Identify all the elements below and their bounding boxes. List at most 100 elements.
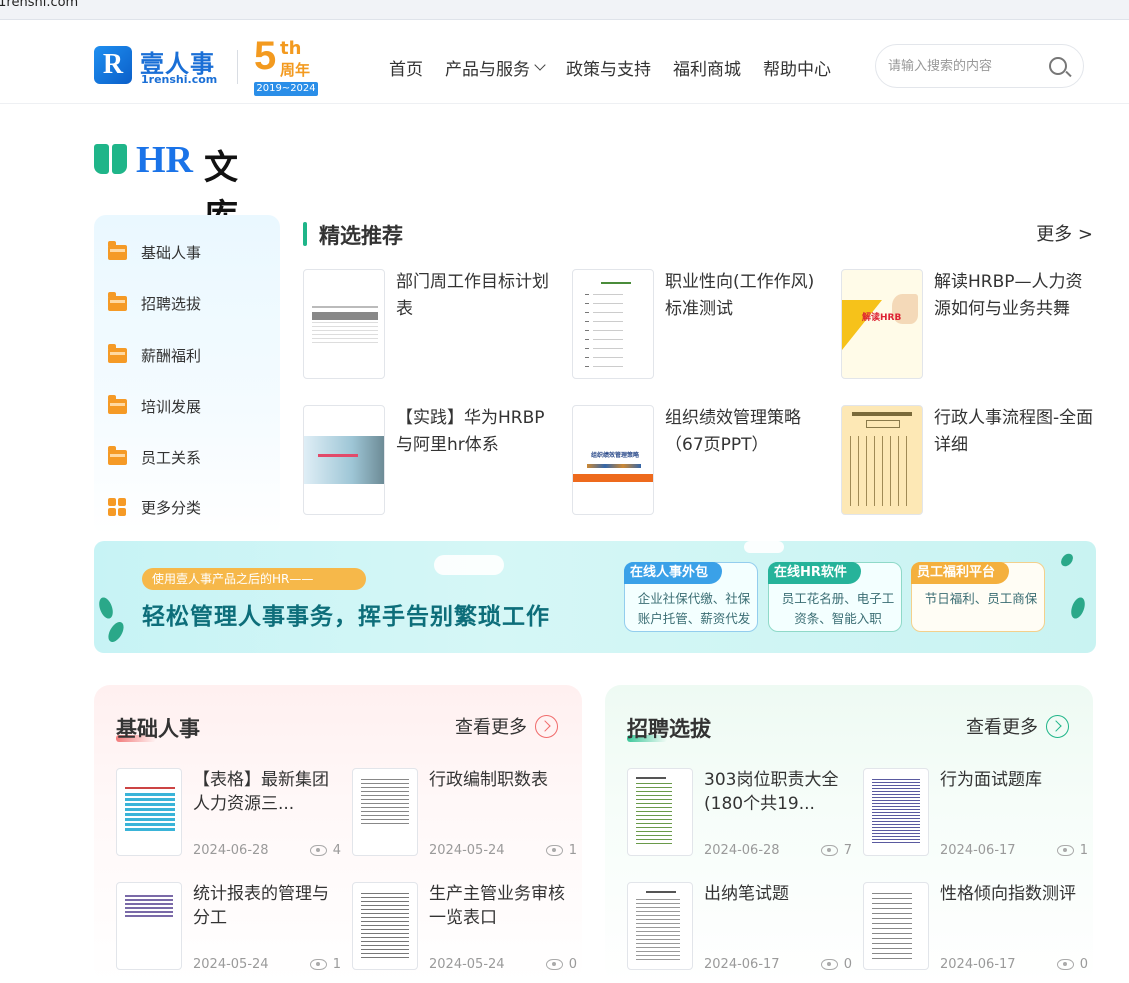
- banner-card-label: 在线HR软件: [768, 562, 861, 584]
- nav-products-label: 产品与服务: [445, 60, 530, 80]
- doc-title: 职业性向(工作作风)标准测试: [665, 272, 815, 319]
- panel-doc[interactable]: 【表格】最新集团人力资源三... 2024-06-28 4: [116, 768, 341, 858]
- doc-thumbnail: [352, 882, 418, 970]
- doc-thumbnail: [116, 882, 182, 970]
- sidebar-item-training[interactable]: 培训发展: [108, 395, 201, 417]
- cloud-decoration: [744, 541, 784, 553]
- sidebar-item-label: 更多分类: [141, 499, 202, 517]
- leaf-decoration: [1068, 595, 1088, 621]
- banner-card-hr-software[interactable]: 在线HR软件 员工花名册、电子工资条、智能入职: [768, 562, 902, 632]
- featured-doc[interactable]: 组织绩效管理策略 组织绩效管理策略（67页PPT）: [572, 405, 832, 517]
- logo-domain: 1renshi.com: [141, 73, 218, 86]
- banner-headline: 轻松管理人事事务，挥手告别繁琐工作: [142, 604, 550, 630]
- banner-card-outsourcing[interactable]: 在线人事外包 企业社保代缴、社保账户托管、薪资代发: [624, 562, 758, 632]
- panel-doc[interactable]: 出纳笔试题 2024-06-17 0: [627, 882, 852, 972]
- doc-views: 1: [1056, 843, 1088, 858]
- doc-thumbnail: [572, 269, 654, 379]
- featured-doc[interactable]: 职业性向(工作作风)标准测试: [572, 269, 832, 381]
- anniversary-number: 5: [254, 34, 277, 78]
- nav-home[interactable]: 首页: [389, 55, 423, 80]
- doc-views: 0: [1056, 957, 1088, 972]
- featured-doc[interactable]: 部门周工作目标计划表: [303, 269, 563, 381]
- doc-meta: 2024-06-28 7: [704, 843, 852, 858]
- doc-meta: 2024-06-28 4: [193, 843, 341, 858]
- panel-title: 招聘选拔: [627, 717, 711, 741]
- sidebar-item-recruiting[interactable]: 招聘选拔: [108, 292, 201, 314]
- doc-title: 行为面试题库: [940, 770, 1042, 790]
- doc-views: 0: [545, 957, 577, 972]
- search-icon[interactable]: [1049, 57, 1067, 75]
- doc-title: 【表格】最新集团人力资源三...: [193, 770, 329, 814]
- sidebar-item-employee-relations[interactable]: 员工关系: [108, 446, 201, 468]
- doc-title: 部门周工作目标计划表: [396, 272, 549, 319]
- doc-thumbnail: 组织绩效管理策略: [572, 405, 654, 515]
- doc-view-count: 1: [1079, 843, 1088, 858]
- featured-header: 精选推荐 更多 >: [303, 220, 1093, 248]
- featured-doc[interactable]: 解读HRB 解读HRBP—人力资源如何与业务共舞: [841, 269, 1101, 381]
- doc-view-count: 4: [332, 843, 341, 858]
- library-title-hr: HR: [136, 139, 193, 181]
- featured-more-link[interactable]: 更多 >: [1036, 220, 1093, 246]
- doc-thumbnail: [303, 269, 385, 379]
- nav-products[interactable]: 产品与服务: [445, 55, 546, 80]
- doc-title: 303岗位职责大全(180个共19...: [704, 770, 839, 814]
- panel-doc[interactable]: 性格倾向指数测评 2024-06-17 0: [863, 882, 1088, 972]
- panel-more-link[interactable]: 查看更多: [455, 713, 558, 739]
- logo-divider: [237, 50, 238, 84]
- logo-icon[interactable]: R: [94, 46, 132, 84]
- folder-icon: [108, 446, 127, 465]
- browser-url-bar[interactable]: .1renshi.com: [0, 0, 1129, 20]
- panel-doc[interactable]: 统计报表的管理与分工 2024-05-24 1: [116, 882, 341, 972]
- panel-recruiting: 招聘选拔 查看更多 303岗位职责大全(180个共19... 2024-06-2…: [605, 685, 1093, 983]
- promo-banner[interactable]: 使用壹人事产品之后的HR—— 轻松管理人事事务，挥手告别繁琐工作 在线人事外包 …: [94, 541, 1096, 653]
- arrow-right-circle-icon: [1046, 714, 1069, 738]
- search-box: [875, 44, 1084, 88]
- folder-icon: [108, 395, 127, 414]
- banner-card-welfare[interactable]: 员工福利平台 节日福利、员工商保: [911, 562, 1045, 632]
- doc-title: 生产主管业务审核一览表口: [429, 884, 565, 928]
- main-nav: 首页 产品与服务 政策与支持 福利商城 帮助中心: [389, 55, 831, 80]
- doc-date: 2024-06-28: [704, 843, 780, 858]
- nav-home-label: 首页: [389, 60, 423, 80]
- doc-thumbnail: [863, 768, 929, 856]
- banner-card-label: 员工福利平台: [911, 562, 1010, 584]
- doc-title: 出纳笔试题: [704, 884, 789, 904]
- search-input[interactable]: [888, 56, 1038, 76]
- sidebar-item-more[interactable]: 更多分类: [108, 497, 201, 518]
- leaf-decoration: [1058, 551, 1076, 569]
- doc-view-count: 1: [568, 843, 577, 858]
- sidebar-item-label: 薪酬福利: [141, 347, 202, 365]
- book-icon: [94, 144, 128, 176]
- nav-policy[interactable]: 政策与支持: [566, 55, 651, 80]
- sidebar-item-basic-hr[interactable]: 基础人事: [108, 241, 201, 263]
- doc-meta: 2024-06-17 1: [940, 843, 1088, 858]
- doc-thumbnail: [627, 768, 693, 856]
- thumb-caption: 组织绩效管理策略: [590, 452, 639, 459]
- featured-doc[interactable]: 【实践】华为HRBP与阿里hr体系: [303, 405, 563, 517]
- doc-meta: 2024-05-24 0: [429, 957, 577, 972]
- doc-thumbnail: [352, 768, 418, 856]
- featured-title: 精选推荐: [319, 224, 403, 248]
- folder-icon: [108, 241, 127, 260]
- panel-doc[interactable]: 行为面试题库 2024-06-17 1: [863, 768, 1088, 858]
- doc-views: 4: [309, 843, 341, 858]
- sidebar-item-compensation[interactable]: 薪酬福利: [108, 344, 202, 366]
- doc-meta: 2024-06-17 0: [940, 957, 1088, 972]
- panel-doc[interactable]: 生产主管业务审核一览表口 2024-05-24 0: [352, 882, 577, 972]
- panel-more-label: 查看更多: [966, 717, 1038, 738]
- anniversary-suffix: th: [280, 38, 302, 59]
- doc-view-count: 0: [568, 957, 577, 972]
- panel-more-label: 查看更多: [455, 717, 527, 738]
- eye-icon: [820, 845, 838, 856]
- nav-mall[interactable]: 福利商城: [673, 55, 741, 80]
- panel-doc[interactable]: 303岗位职责大全(180个共19... 2024-06-28 7: [627, 768, 852, 858]
- thumb-caption: 解读HRB: [862, 313, 902, 323]
- nav-help[interactable]: 帮助中心: [763, 55, 831, 80]
- doc-meta: 2024-05-24 1: [429, 843, 577, 858]
- featured-doc[interactable]: 行政人事流程图-全面详细: [841, 405, 1101, 517]
- nav-mall-label: 福利商城: [673, 60, 741, 80]
- eye-icon: [545, 959, 563, 970]
- panel-doc[interactable]: 行政编制职数表 2024-05-24 1: [352, 768, 577, 858]
- doc-date: 2024-06-17: [704, 957, 780, 972]
- panel-more-link[interactable]: 查看更多: [966, 713, 1069, 739]
